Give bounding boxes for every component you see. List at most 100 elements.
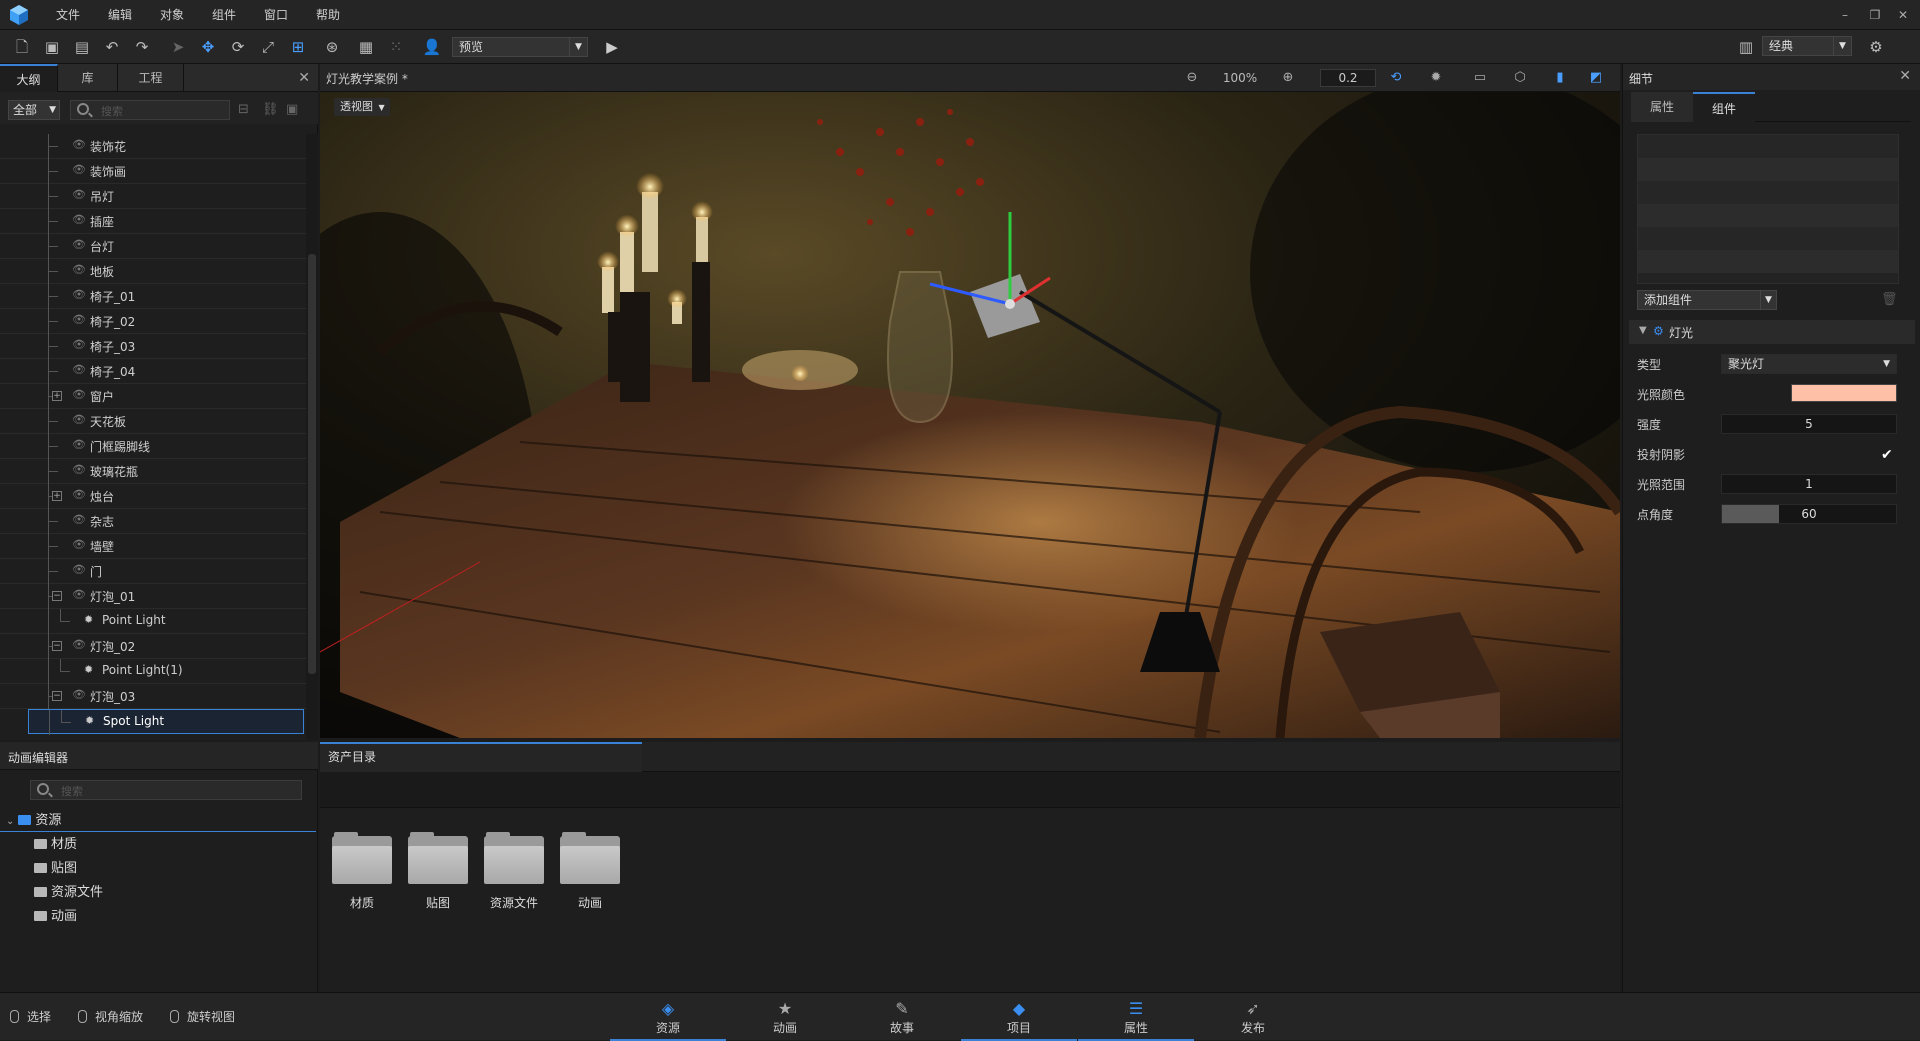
preview-select[interactable]: 预览 ▼ (452, 37, 588, 57)
tab-properties[interactable]: 属性 (1631, 92, 1693, 122)
outline-scrollbar[interactable] (306, 134, 318, 740)
close-icon[interactable]: ✕ (298, 70, 310, 86)
resource-search-input[interactable]: 搜索 (30, 780, 302, 800)
tree-item[interactable]: + 👁 烛台 (0, 484, 306, 509)
layout-select[interactable]: 经典 ▼ (1762, 36, 1852, 56)
tree-item[interactable]: 👁 椅子_01 (0, 284, 306, 309)
rotate-tool-icon[interactable]: ⟳ (226, 35, 250, 59)
minimize-icon[interactable]: – (1836, 6, 1854, 24)
bottom-tab-2[interactable]: ✎ 故事 (844, 993, 960, 1041)
restore-icon[interactable]: ❐ (1866, 6, 1884, 24)
grid-icon[interactable]: ▦ (354, 35, 378, 59)
tree-item[interactable]: 👁 地板 (0, 259, 306, 284)
scale-tool-icon[interactable]: ⤢ (256, 35, 280, 59)
play-icon[interactable]: ▶ (600, 35, 624, 59)
collapse-icon[interactable]: − (52, 641, 62, 651)
collapse-icon[interactable]: − (52, 591, 62, 601)
select-tool-icon[interactable]: ➤ (166, 35, 190, 59)
asset-folder[interactable]: 材质 (330, 832, 394, 922)
component-list[interactable] (1637, 134, 1899, 284)
render-mode-icon[interactable]: ◩ (1586, 69, 1606, 87)
tree-item[interactable]: 👁 门 (0, 559, 306, 584)
close-icon[interactable]: ✕ (1899, 68, 1911, 84)
intensity-field[interactable]: 5 (1721, 414, 1897, 434)
filter-select[interactable]: 全部 ▼ (8, 100, 60, 120)
link-icon[interactable]: ⛓ (262, 102, 279, 118)
visibility-icon[interactable]: 👁 (72, 314, 86, 325)
menu-edit[interactable]: 编辑 (108, 6, 132, 23)
outline-search-input[interactable]: 搜索 (70, 100, 230, 120)
bottom-tab-5[interactable]: ➶ 发布 (1195, 993, 1311, 1041)
bottom-tab-1[interactable]: ★ 动画 (727, 993, 843, 1041)
zoom-out-icon[interactable]: ⊖ (1182, 69, 1202, 87)
visibility-icon[interactable]: 👁 (72, 689, 86, 700)
tree-item[interactable]: 👁 杂志 (0, 509, 306, 534)
tree-item[interactable]: ✹ Point Light (0, 609, 306, 634)
tab-components[interactable]: 组件 (1693, 92, 1755, 122)
menu-file[interactable]: 文件 (56, 6, 80, 23)
visibility-icon[interactable]: 👁 (72, 639, 86, 650)
layout-icon[interactable]: ▥ (1734, 35, 1758, 59)
spot-angle-slider[interactable]: 60 (1721, 504, 1897, 524)
tree-item[interactable]: 👁 台灯 (0, 234, 306, 259)
camera-sync-icon[interactable]: ⟲ (1386, 69, 1406, 87)
light-section-header[interactable]: ▼ ⚙ 灯光 (1629, 320, 1915, 344)
visibility-icon[interactable]: 👁 (72, 564, 86, 575)
scrollbar-thumb[interactable] (308, 254, 316, 674)
asset-folder[interactable]: 贴图 (406, 832, 470, 922)
component-row[interactable] (1638, 181, 1898, 204)
cast-shadow-checkbox[interactable]: ✔ (1881, 448, 1895, 462)
snap-tool-icon[interactable]: ⊞ (286, 35, 310, 59)
tab-outline[interactable]: 大纲 (0, 64, 58, 92)
new-file-icon[interactable]: 🗋 (10, 35, 34, 59)
tab-project[interactable]: 工程 (118, 64, 184, 92)
bookmark-icon[interactable]: ▮ (1550, 69, 1570, 87)
visibility-icon[interactable]: 👁 (72, 289, 86, 300)
resource-folder[interactable]: 贴图 (34, 858, 77, 880)
resource-folder[interactable]: 资源文件 (34, 882, 103, 904)
tree-item[interactable]: 👁 天花板 (0, 409, 306, 434)
add-component-select[interactable]: 添加组件 ▼ (1637, 290, 1777, 310)
tree-item[interactable]: 👁 墙壁 (0, 534, 306, 559)
visibility-icon[interactable]: 👁 (72, 264, 86, 275)
tree-item[interactable]: ✹ Point Light(1) (0, 659, 306, 684)
tree-item[interactable]: − 👁 灯泡_01 (0, 584, 306, 609)
expand-icon[interactable]: + (52, 391, 62, 401)
component-row[interactable] (1638, 204, 1898, 227)
collapse-icon[interactable]: − (52, 691, 62, 701)
visibility-icon[interactable]: 👁 (72, 364, 86, 375)
visibility-icon[interactable]: 👁 (72, 539, 86, 550)
light-icon[interactable]: ✹ (85, 715, 99, 726)
menu-component[interactable]: 组件 (212, 6, 236, 23)
light-toggle-icon[interactable]: ✹ (1426, 69, 1446, 87)
tree-item[interactable]: + 👁 窗户 (0, 384, 306, 409)
tree-item[interactable]: 👁 吊灯 (0, 184, 306, 209)
tree-item[interactable]: ✹ Spot Light (28, 709, 304, 735)
camera-icon[interactable]: ▭ (1470, 69, 1490, 87)
tree-item[interactable]: 👁 玻璃花瓶 (0, 459, 306, 484)
tree-item[interactable]: − 👁 灯泡_02 (0, 634, 306, 659)
bottom-tab-0[interactable]: ◈ 资源 (610, 993, 726, 1041)
tree-item[interactable]: 👁 装饰花 (0, 134, 306, 159)
tree-item[interactable]: 👁 椅子_03 (0, 334, 306, 359)
tree-item[interactable]: 👁 插座 (0, 209, 306, 234)
close-window-icon[interactable]: ✕ (1894, 6, 1912, 24)
user-icon[interactable]: 👤 (420, 35, 444, 59)
visibility-icon[interactable]: 👁 (72, 489, 86, 500)
visibility-icon[interactable]: 👁 (72, 339, 86, 350)
filter-icon[interactable]: ⊟ (238, 102, 254, 118)
tab-library[interactable]: 库 (58, 64, 118, 92)
menu-object[interactable]: 对象 (160, 6, 184, 23)
menu-window[interactable]: 窗口 (264, 6, 288, 23)
bottom-tab-3[interactable]: ◆ 项目 (961, 993, 1077, 1041)
visibility-icon[interactable]: 👁 (72, 239, 86, 250)
visibility-icon[interactable]: 👁 (72, 414, 86, 425)
cube-icon[interactable]: ⬡ (1510, 69, 1530, 87)
save-all-icon[interactable]: ▤ (70, 35, 94, 59)
dot-grid-icon[interactable]: ⁙ (384, 35, 408, 59)
light-type-select[interactable]: 聚光灯 ▼ (1721, 354, 1897, 374)
move-tool-icon[interactable]: ✥ (196, 35, 220, 59)
asset-folder[interactable]: 资源文件 (482, 832, 546, 922)
scene-viewport[interactable]: 灯光教学案例 * ⊖ 100% ⊕ 0.2 ⟲ ✹ ▭ ⬡ ▮ ◩ 透视图 ▼ (320, 64, 1620, 738)
resource-folder[interactable]: 材质 (34, 834, 77, 856)
